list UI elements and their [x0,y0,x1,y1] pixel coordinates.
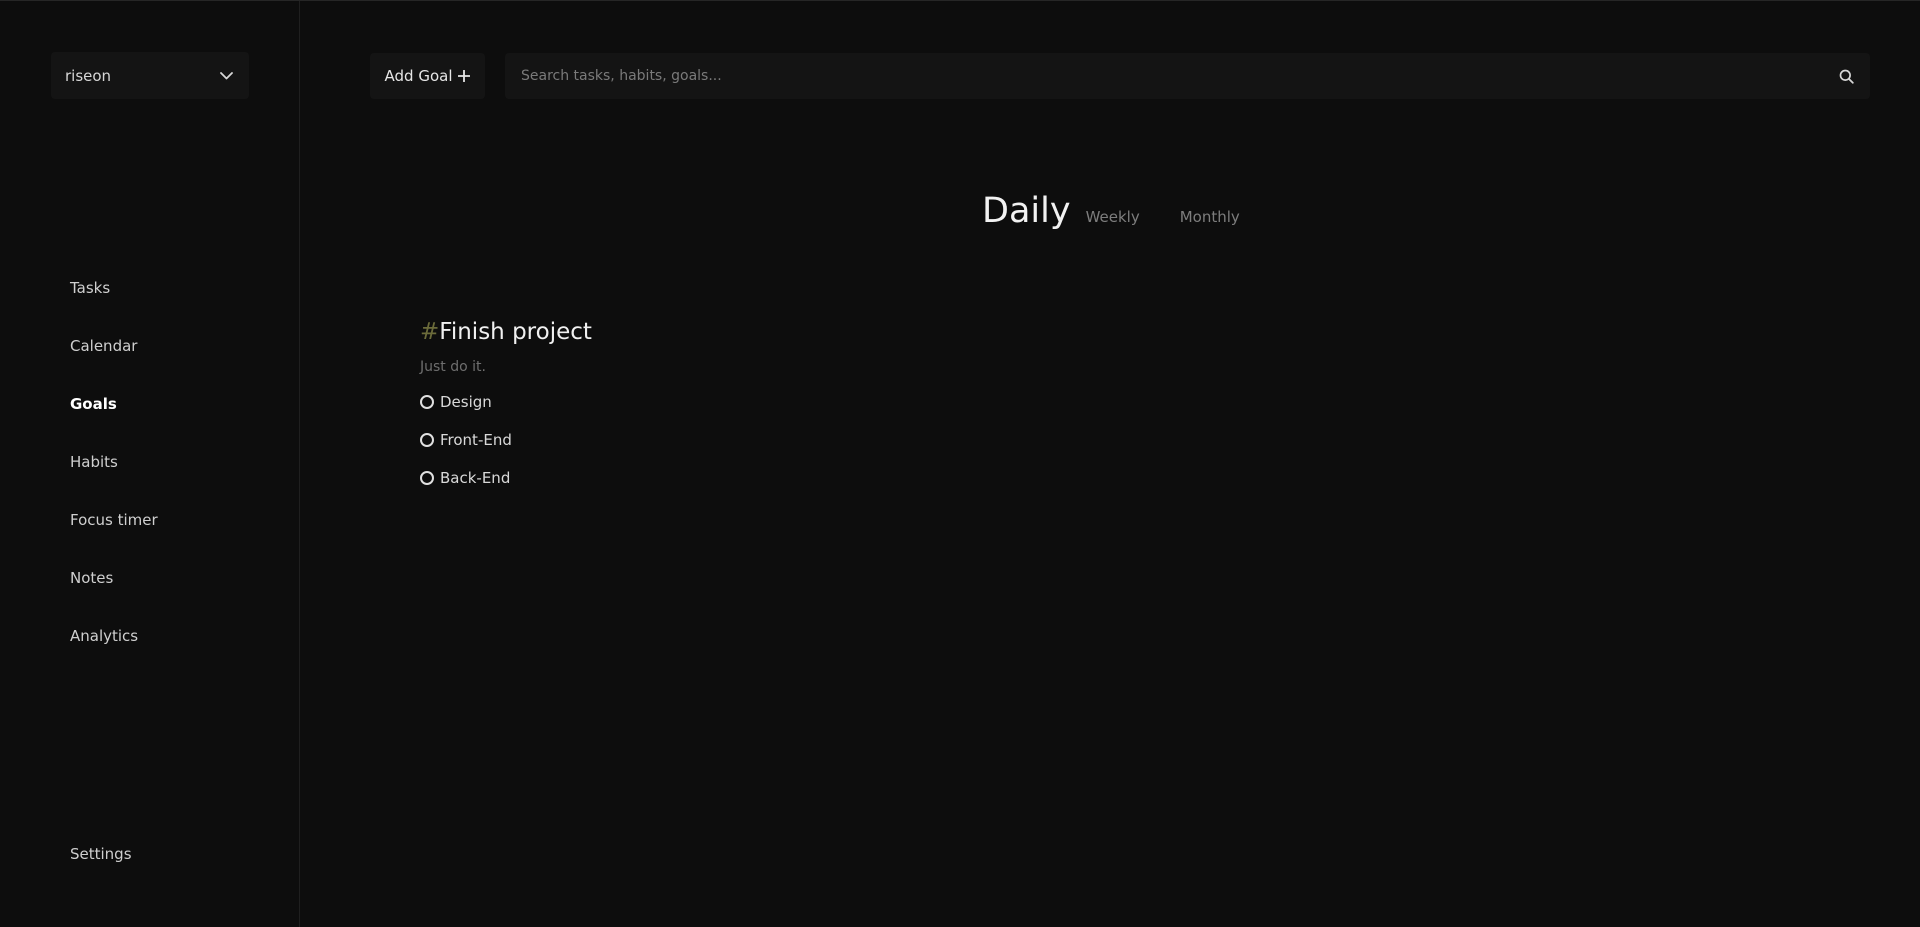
sidebar-item-habits[interactable]: Habits [70,453,118,471]
subtask-label: Design [440,393,492,411]
subtask-list: Design Front-End Back-End [420,383,592,497]
tab-monthly[interactable]: Monthly [1180,208,1240,226]
goal-title[interactable]: #Finish project [420,319,592,345]
goal-card: #Finish project Just do it. Design Front… [420,319,592,497]
subtask-item: Back-End [420,459,592,497]
plus-icon [458,70,471,82]
search-icon[interactable] [1838,68,1854,84]
chevron-down-icon [219,69,233,83]
add-goal-button[interactable]: Add Goal [370,53,485,99]
subtask-checkbox[interactable] [420,471,434,485]
workspace-name: riseon [65,66,112,85]
goal-description: Just do it. [420,359,486,375]
app-window: riseon Tasks Calendar Goals Habits Focus… [0,0,1920,927]
subtask-label: Front-End [440,431,512,449]
sidebar: riseon Tasks Calendar Goals Habits Focus… [0,1,300,927]
subtask-label: Back-End [440,469,511,487]
sidebar-item-settings[interactable]: Settings [70,845,132,863]
search-input[interactable] [521,68,1838,84]
subtask-item: Design [420,383,592,421]
sidebar-item-calendar[interactable]: Calendar [70,337,137,355]
subtask-checkbox[interactable] [420,395,434,409]
subtask-item: Front-End [420,421,592,459]
workspace-selector[interactable]: riseon [51,52,249,99]
subtask-checkbox[interactable] [420,433,434,447]
sidebar-item-focus-timer[interactable]: Focus timer [70,511,158,529]
goal-hash: # [420,319,440,345]
tab-weekly[interactable]: Weekly [1086,208,1140,226]
goal-title-text: Finish project [439,319,592,345]
sidebar-item-goals[interactable]: Goals [70,395,117,413]
add-goal-label: Add Goal [384,67,453,85]
period-tabs: Daily Weekly Monthly [982,191,1240,231]
sidebar-item-tasks[interactable]: Tasks [70,279,110,297]
search-bar [505,53,1870,99]
sidebar-item-analytics[interactable]: Analytics [70,627,138,645]
sidebar-item-notes[interactable]: Notes [70,569,113,587]
tab-daily[interactable]: Daily [982,191,1071,231]
